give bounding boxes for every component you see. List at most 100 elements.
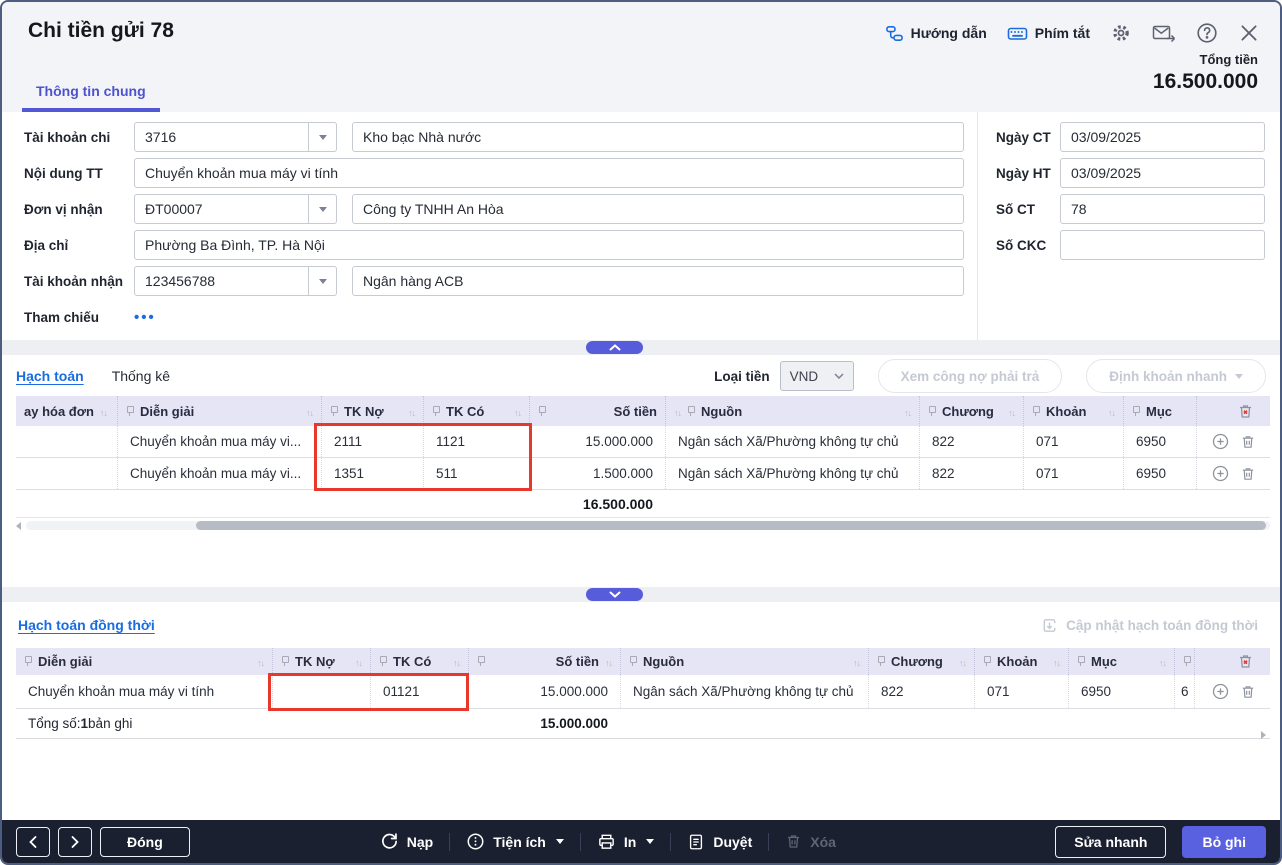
reload-button[interactable]: Nạp <box>380 832 433 851</box>
reference-more-button[interactable]: ••• <box>134 309 156 326</box>
trash-icon[interactable] <box>1240 466 1256 482</box>
close-icon[interactable] <box>1238 22 1260 44</box>
col-actions <box>1194 648 1270 675</box>
sort-icon <box>100 404 107 419</box>
currency-select[interactable]: VND <box>780 361 854 391</box>
collapse-down-button[interactable] <box>586 588 643 601</box>
trash-icon <box>785 833 802 850</box>
receiver-unit-label: Đơn vị nhận <box>24 202 134 217</box>
address-input[interactable] <box>134 230 964 260</box>
collapse-up-button[interactable] <box>586 341 643 354</box>
col-credit[interactable]: TK Có <box>370 648 468 675</box>
divider <box>580 833 581 851</box>
printer-icon <box>597 832 616 851</box>
row-actions <box>1196 426 1270 457</box>
col-amount[interactable]: Số tiền <box>529 396 665 426</box>
table-row[interactable]: Chuyển khoản mua máy vi... 2111 1121 15.… <box>16 426 1270 458</box>
receiver-unit-input[interactable] <box>134 194 309 224</box>
view-debt-button[interactable]: Xem công nợ phải trả <box>878 359 1063 393</box>
keyboard-icon <box>1007 24 1028 43</box>
col-invoice-date[interactable]: ay hóa đơn <box>16 396 117 426</box>
col-debit[interactable]: TK Nợ <box>272 648 370 675</box>
cancel-post-button[interactable]: Bỏ ghi <box>1182 826 1266 858</box>
scrollbar-track[interactable] <box>26 521 1270 530</box>
col-debit[interactable]: TK Nợ <box>321 396 423 426</box>
scrollbar-thumb[interactable] <box>196 521 1266 530</box>
pay-account-input[interactable] <box>134 122 309 152</box>
receive-account-name-input[interactable] <box>352 266 964 296</box>
quick-entry-button[interactable]: Định khoản nhanh <box>1086 359 1266 393</box>
gear-icon[interactable] <box>1110 22 1132 44</box>
tab-thong-tin-chung[interactable]: Thông tin chung <box>22 83 160 112</box>
trash-icon[interactable] <box>1240 434 1256 450</box>
help-icon[interactable] <box>1196 22 1218 44</box>
pay-account-combo <box>134 122 337 152</box>
table-row[interactable]: Chuyển khoản mua máy vi... 1351 511 1.50… <box>16 458 1270 490</box>
col-credit[interactable]: TK Có <box>423 396 529 426</box>
print-button[interactable]: In <box>597 832 654 851</box>
update-simultaneous-button[interactable]: Cập nhật hạch toán đồng thời <box>1041 617 1258 634</box>
receive-account-input[interactable] <box>134 266 309 296</box>
scroll-right-arrow-icon[interactable] <box>1261 731 1266 739</box>
trash-icon[interactable] <box>1240 684 1256 700</box>
plus-circle-icon[interactable] <box>1212 683 1229 700</box>
pin-icon <box>1077 656 1085 667</box>
plus-circle-icon[interactable] <box>1212 433 1229 450</box>
col-description[interactable]: Diễn giải <box>117 396 321 426</box>
payment-content-input[interactable] <box>134 158 964 188</box>
chevron-down-icon <box>609 591 621 598</box>
col-source[interactable]: Nguồn <box>620 648 868 675</box>
col-section[interactable]: Khoản <box>1023 396 1123 426</box>
ckc-no-input[interactable] <box>1060 230 1265 260</box>
post-date-input[interactable] <box>1060 158 1265 188</box>
pin-icon <box>24 656 32 667</box>
cell-description: Chuyển khoản mua máy vi... <box>117 426 321 457</box>
post-date-label: Ngày HT <box>996 166 1060 181</box>
col-description[interactable]: Diễn giải <box>16 648 272 675</box>
plus-circle-icon[interactable] <box>1212 465 1229 482</box>
col-item[interactable]: Mục <box>1123 396 1196 426</box>
quick-edit-button[interactable]: Sửa nhanh <box>1055 826 1166 858</box>
table-row[interactable]: Chuyển khoản mua máy vi tính 01121 15.00… <box>16 675 1270 709</box>
receiver-unit-dropdown-button[interactable] <box>309 194 337 224</box>
close-button[interactable]: Đóng <box>100 827 190 857</box>
pin-icon <box>928 406 936 417</box>
accounting-toolbar: Hạch toán Thống kê Loại tiền VND Xem côn… <box>2 356 1280 396</box>
col-chapter[interactable]: Chương <box>868 648 974 675</box>
col-source[interactable]: Nguồn <box>665 396 919 426</box>
guide-link[interactable]: Hướng dẫn <box>885 24 987 43</box>
general-info-form: Tài khoản chi Nội dung TT Đơn vị nhận <box>2 112 1280 340</box>
approve-button[interactable]: Duyệt <box>687 833 752 851</box>
tab-hach-toan[interactable]: Hạch toán <box>16 368 84 384</box>
pay-account-name-input[interactable] <box>352 122 964 152</box>
chevron-up-icon <box>609 344 621 351</box>
next-button[interactable] <box>58 827 92 857</box>
total-box: Tổng tiền 16.500.000 <box>1153 52 1258 94</box>
cell-amount: 15.000.000 <box>468 675 620 708</box>
simultaneous-link[interactable]: Hạch toán đồng thời <box>18 617 155 633</box>
col-amount[interactable]: Số tiền <box>468 648 620 675</box>
mail-send-icon[interactable] <box>1152 22 1176 44</box>
trash-x-icon[interactable] <box>1237 653 1254 670</box>
delete-button[interactable]: Xóa <box>785 833 836 850</box>
pin-icon <box>126 406 134 417</box>
caret-down-icon <box>1235 374 1243 379</box>
pay-account-dropdown-button[interactable] <box>309 122 337 152</box>
download-box-icon <box>1041 617 1058 634</box>
doc-no-input[interactable] <box>1060 194 1265 224</box>
doc-date-input[interactable] <box>1060 122 1265 152</box>
scroll-left-arrow-icon[interactable] <box>16 522 21 530</box>
utilities-button[interactable]: Tiện ích <box>466 832 564 851</box>
pin-icon <box>477 656 485 667</box>
receiver-name-input[interactable] <box>352 194 964 224</box>
shortcut-link[interactable]: Phím tắt <box>1007 24 1090 43</box>
sort-icon <box>408 404 415 419</box>
receive-account-dropdown-button[interactable] <box>309 266 337 296</box>
flowchart-icon <box>885 24 904 43</box>
col-chapter[interactable]: Chương <box>919 396 1023 426</box>
col-item[interactable]: Mục <box>1068 648 1174 675</box>
tab-thong-ke[interactable]: Thống kê <box>112 368 170 384</box>
prev-button[interactable] <box>16 827 50 857</box>
col-section[interactable]: Khoản <box>974 648 1068 675</box>
trash-x-icon[interactable] <box>1237 403 1254 420</box>
